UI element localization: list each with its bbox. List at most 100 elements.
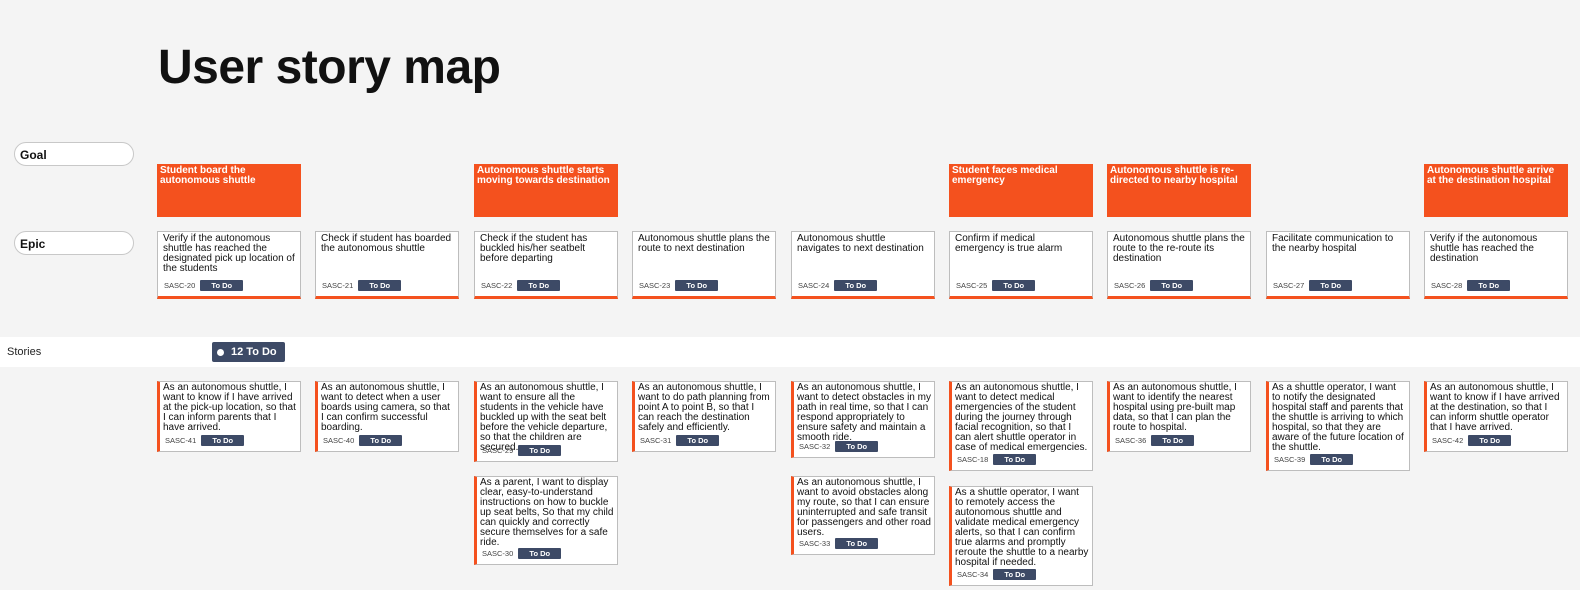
card-footer: SASC-32 To Do	[799, 441, 879, 452]
row-label-epic[interactable]: Epic	[14, 231, 134, 255]
issue-key[interactable]: SASC-21	[322, 281, 353, 291]
issue-key[interactable]: SASC-26	[1114, 281, 1145, 291]
card-footer: SASC-23 To Do	[639, 280, 719, 291]
status-badge[interactable]: To Do	[1310, 454, 1354, 465]
status-badge[interactable]: To Do	[1151, 435, 1195, 446]
story-card[interactable]: As an autonomous shuttle, I want to iden…	[1107, 381, 1251, 452]
story-card[interactable]: As an autonomous shuttle, I want to ensu…	[474, 381, 618, 462]
issue-key[interactable]: SASC-18	[957, 455, 988, 465]
card-footer: SASC-41 To Do	[165, 435, 245, 446]
story-summary: As an autonomous shuttle, I want to iden…	[1113, 382, 1237, 433]
row-label-goal[interactable]: Goal	[14, 142, 134, 166]
card-footer: SASC-42 To Do	[1432, 435, 1512, 446]
issue-key[interactable]: SASC-31	[640, 436, 671, 446]
issue-key[interactable]: SASC-41	[165, 436, 196, 446]
issue-key[interactable]: SASC-36	[1115, 436, 1146, 446]
card-footer: SASC-28 To Do	[1431, 280, 1511, 291]
card-footer: SASC-26 To Do	[1114, 280, 1194, 291]
status-badge[interactable]: To Do	[675, 280, 719, 291]
card-footer: SASC-34 To Do	[957, 569, 1037, 580]
status-badge[interactable]: To Do	[517, 280, 561, 291]
status-badge[interactable]: To Do	[676, 435, 720, 446]
issue-key[interactable]: SASC-24	[798, 281, 829, 291]
story-summary: As an autonomous shuttle, I want to dete…	[321, 382, 450, 433]
status-badge[interactable]: To Do	[201, 435, 245, 446]
status-badge[interactable]: To Do	[834, 280, 878, 291]
status-badge[interactable]: To Do	[1150, 280, 1194, 291]
issue-key[interactable]: SASC-34	[957, 570, 988, 580]
status-badge[interactable]: To Do	[993, 569, 1037, 580]
card-footer: SASC-27 To Do	[1273, 280, 1353, 291]
todo-count-label: 12 To Do	[231, 346, 277, 358]
story-card[interactable]: As an autonomous shuttle, I want to do p…	[632, 381, 776, 452]
status-badge[interactable]: To Do	[1309, 280, 1353, 291]
status-badge[interactable]: To Do	[835, 441, 879, 452]
story-summary: As an autonomous shuttle, I want to ensu…	[480, 382, 608, 453]
card-footer: SASC-36 To Do	[1115, 435, 1195, 446]
card-footer: SASC-21 To Do	[322, 280, 402, 291]
goal-card[interactable]: Student board the autonomous shuttle	[157, 164, 301, 217]
card-footer: SASC-39 To Do	[1274, 454, 1354, 465]
story-card[interactable]: As an autonomous shuttle, I want to know…	[1424, 381, 1568, 452]
status-badge[interactable]: To Do	[200, 280, 244, 291]
issue-key[interactable]: SASC-23	[639, 281, 670, 291]
issue-key[interactable]: SASC-22	[481, 281, 512, 291]
issue-key[interactable]: SASC-28	[1431, 281, 1462, 291]
status-badge[interactable]: To Do	[1468, 435, 1512, 446]
status-badge[interactable]: To Do	[518, 445, 562, 456]
story-card[interactable]: As a shuttle operator, I want to remotel…	[949, 486, 1093, 586]
story-card[interactable]: As an autonomous shuttle, I want to know…	[157, 381, 301, 452]
story-summary: As an autonomous shuttle, I want to do p…	[638, 382, 770, 433]
epic-card[interactable]: Verify if the autonomous shuttle has rea…	[157, 231, 301, 299]
issue-key[interactable]: SASC-20	[164, 281, 195, 291]
epic-card[interactable]: Check if student has boarded the autonom…	[315, 231, 459, 299]
epic-card[interactable]: Autonomous shuttle navigates to next des…	[791, 231, 935, 299]
story-card[interactable]: As a shuttle operator, I want to notify …	[1266, 381, 1410, 471]
epic-summary: Check if student has boarded the autonom…	[321, 233, 452, 254]
epic-summary: Autonomous shuttle plans the route to th…	[1113, 233, 1245, 264]
story-card[interactable]: As an autonomous shuttle, I want to dete…	[315, 381, 459, 452]
issue-key[interactable]: SASC-33	[799, 539, 830, 549]
epic-card[interactable]: Autonomous shuttle plans the route to ne…	[632, 231, 776, 299]
issue-key[interactable]: SASC-30	[482, 549, 513, 559]
goal-card[interactable]: Student faces medical emergency	[949, 164, 1093, 217]
goal-card[interactable]: Autonomous shuttle arrive at the destina…	[1424, 164, 1568, 217]
story-card[interactable]: As a parent, I want to display clear, ea…	[474, 476, 618, 565]
status-badge[interactable]: To Do	[993, 454, 1037, 465]
issue-key[interactable]: SASC-25	[956, 281, 987, 291]
story-card[interactable]: As an autonomous shuttle, I want to dete…	[791, 381, 935, 458]
issue-key[interactable]: SASC-29	[482, 446, 513, 456]
epic-card[interactable]: Verify if the autonomous shuttle has rea…	[1424, 231, 1568, 299]
status-badge[interactable]: To Do	[358, 280, 402, 291]
status-badge[interactable]: To Do	[1467, 280, 1511, 291]
card-footer: SASC-18 To Do	[957, 454, 1037, 465]
story-card[interactable]: As an autonomous shuttle, I want to avoi…	[791, 476, 935, 555]
issue-key[interactable]: SASC-32	[799, 442, 830, 452]
status-badge[interactable]: To Do	[835, 538, 879, 549]
status-badge[interactable]: To Do	[518, 548, 562, 559]
epic-card[interactable]: Autonomous shuttle plans the route to th…	[1107, 231, 1251, 299]
status-badge[interactable]: To Do	[359, 435, 403, 446]
issue-key[interactable]: SASC-40	[323, 436, 354, 446]
story-summary: As a shuttle operator, I want to remotel…	[955, 487, 1089, 568]
epic-card[interactable]: Confirm if medical emergency is true ala…	[949, 231, 1093, 299]
goal-card[interactable]: Autonomous shuttle starts moving towards…	[474, 164, 618, 217]
issue-key[interactable]: SASC-39	[1274, 455, 1305, 465]
issue-key[interactable]: SASC-42	[1432, 436, 1463, 446]
page-title: User story map	[158, 41, 501, 94]
issue-key[interactable]: SASC-27	[1273, 281, 1304, 291]
goal-card[interactable]: Autonomous shuttle is re-directed to nea…	[1107, 164, 1251, 217]
epic-summary: Autonomous shuttle navigates to next des…	[797, 233, 924, 254]
card-footer: SASC-29 To Do	[482, 445, 562, 456]
card-footer: SASC-22 To Do	[481, 280, 561, 291]
todo-count-badge[interactable]: 12 To Do	[212, 342, 285, 362]
epic-card[interactable]: Check if the student has buckled his/her…	[474, 231, 618, 299]
epic-card[interactable]: Facilitate communication to the nearby h…	[1266, 231, 1410, 299]
stories-label: Stories	[7, 346, 42, 358]
card-footer: SASC-24 To Do	[798, 280, 878, 291]
story-summary: As a shuttle operator, I want to notify …	[1272, 382, 1404, 453]
status-badge[interactable]: To Do	[992, 280, 1036, 291]
story-card[interactable]: As an autonomous shuttle, I want to dete…	[949, 381, 1093, 471]
story-summary: As an autonomous shuttle, I want to dete…	[955, 382, 1088, 453]
epic-summary: Confirm if medical emergency is true ala…	[955, 233, 1063, 254]
